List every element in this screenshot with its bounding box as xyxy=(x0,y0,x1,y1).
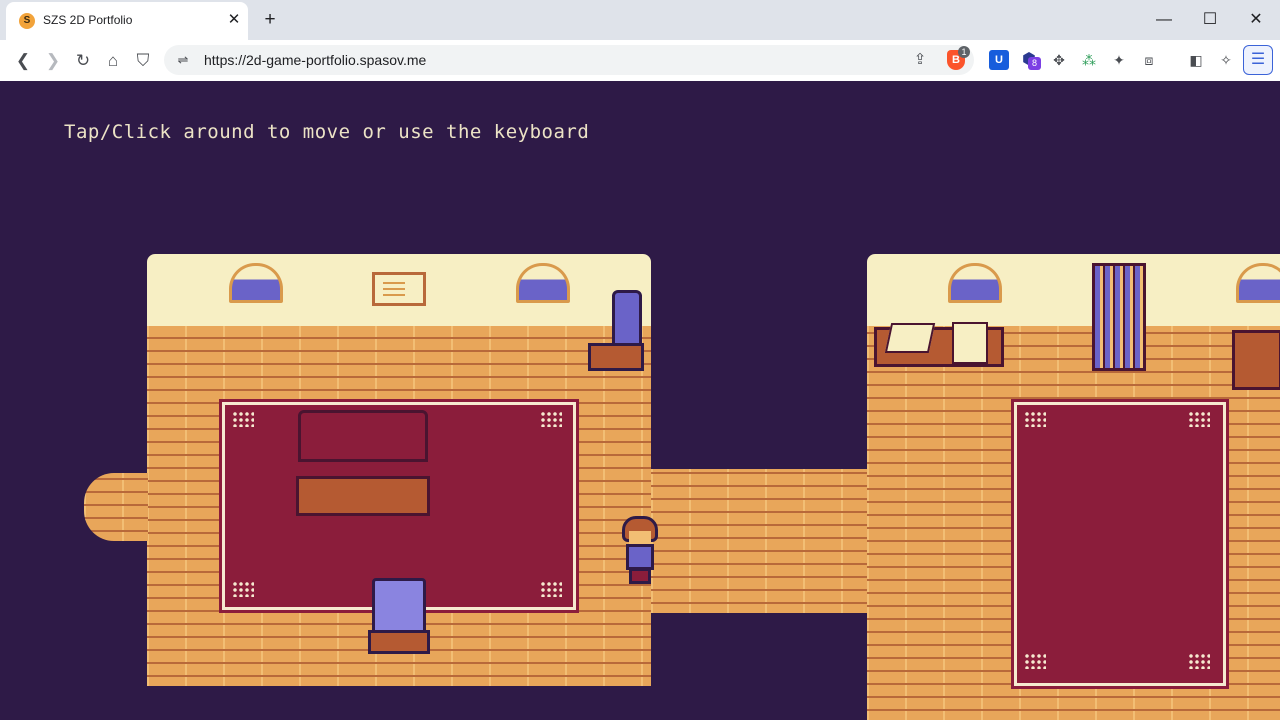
tab-title: SZS 2D Portfolio xyxy=(43,13,133,27)
bookshelf-icon[interactable] xyxy=(1092,263,1146,371)
url-text[interactable]: https://2d-game-portfolio.spasov.me xyxy=(204,52,426,68)
share-icon[interactable]: ⇪ xyxy=(909,49,931,71)
chair-icon[interactable] xyxy=(372,578,426,634)
instructions-text: Tap/Click around to move or use the keyb… xyxy=(64,121,590,143)
right-rug xyxy=(1011,399,1229,689)
rug-ornament-icon xyxy=(540,581,562,597)
back-button[interactable]: ❮ xyxy=(10,48,36,74)
player-face xyxy=(629,531,651,545)
game-canvas[interactable]: Tap/Click around to move or use the keyb… xyxy=(0,81,1280,720)
site-favicon-icon: S xyxy=(19,13,35,29)
player-body xyxy=(626,544,654,570)
maximize-button[interactable]: ☐ xyxy=(1187,6,1233,34)
chair-seat-icon xyxy=(368,630,430,654)
right-room-wall xyxy=(867,254,1280,326)
extension-badge: 8 xyxy=(1028,57,1041,70)
rug-ornament-icon xyxy=(232,581,254,597)
puzzle-icon[interactable]: ✦ xyxy=(1109,50,1129,70)
wall-frame-icon xyxy=(372,272,426,306)
close-window-button[interactable]: ✕ xyxy=(1233,6,1279,34)
rug-ornament-icon xyxy=(1188,653,1210,669)
forward-button[interactable]: ❯ xyxy=(40,48,66,74)
bitwarden-icon[interactable]: U xyxy=(989,50,1009,70)
leo-ai-icon[interactable]: ✧ xyxy=(1216,50,1236,70)
brave-shield-badge: 1 xyxy=(958,46,970,58)
tab-strip: S SZS 2D Portfolio ✕ + — ☐ ✕ xyxy=(0,0,1280,40)
browser-toolbar: ❮ ❯ ↻ ⌂ ⛉ ⇌ https://2d-game-portfolio.sp… xyxy=(0,40,1280,82)
move-extension-icon[interactable]: ✥ xyxy=(1049,50,1069,70)
new-tab-button[interactable]: + xyxy=(258,8,282,32)
address-bar[interactable]: ⇌ https://2d-game-portfolio.spasov.me ⇪ … xyxy=(164,45,974,75)
tab-szs-portfolio[interactable]: S SZS 2D Portfolio ✕ xyxy=(6,2,248,40)
rug-ornament-icon xyxy=(540,411,562,427)
sofa-icon[interactable] xyxy=(298,410,428,462)
corridor-floor[interactable] xyxy=(651,469,867,613)
left-doorway-floor[interactable] xyxy=(84,473,148,541)
site-info-icon[interactable]: ⇌ xyxy=(174,51,192,69)
coffee-table-icon[interactable] xyxy=(296,476,430,516)
tab-close-icon[interactable]: ✕ xyxy=(224,10,244,30)
tree-extension-icon[interactable]: ⁂ xyxy=(1079,50,1099,70)
menu-button[interactable]: ☰ xyxy=(1243,45,1273,75)
rug-ornament-icon xyxy=(1024,411,1046,427)
bookmark-button[interactable]: ⛉ xyxy=(130,48,156,74)
rug-ornament-icon xyxy=(232,411,254,427)
cabinet-icon[interactable] xyxy=(1232,330,1280,390)
player-character xyxy=(618,516,662,586)
home-button[interactable]: ⌂ xyxy=(100,48,126,74)
minimize-button[interactable]: — xyxy=(1141,6,1187,34)
document-icon xyxy=(952,322,988,364)
rug-ornament-icon xyxy=(1188,411,1210,427)
reload-button[interactable]: ↻ xyxy=(70,48,96,74)
paper-icon xyxy=(884,323,936,353)
screenshot-icon[interactable]: ⧈ xyxy=(1139,50,1159,70)
sidebar-icon[interactable]: ◧ xyxy=(1186,50,1206,70)
rug-ornament-icon xyxy=(1024,653,1046,669)
armor-stand-icon xyxy=(588,343,644,371)
player-legs xyxy=(629,568,651,584)
